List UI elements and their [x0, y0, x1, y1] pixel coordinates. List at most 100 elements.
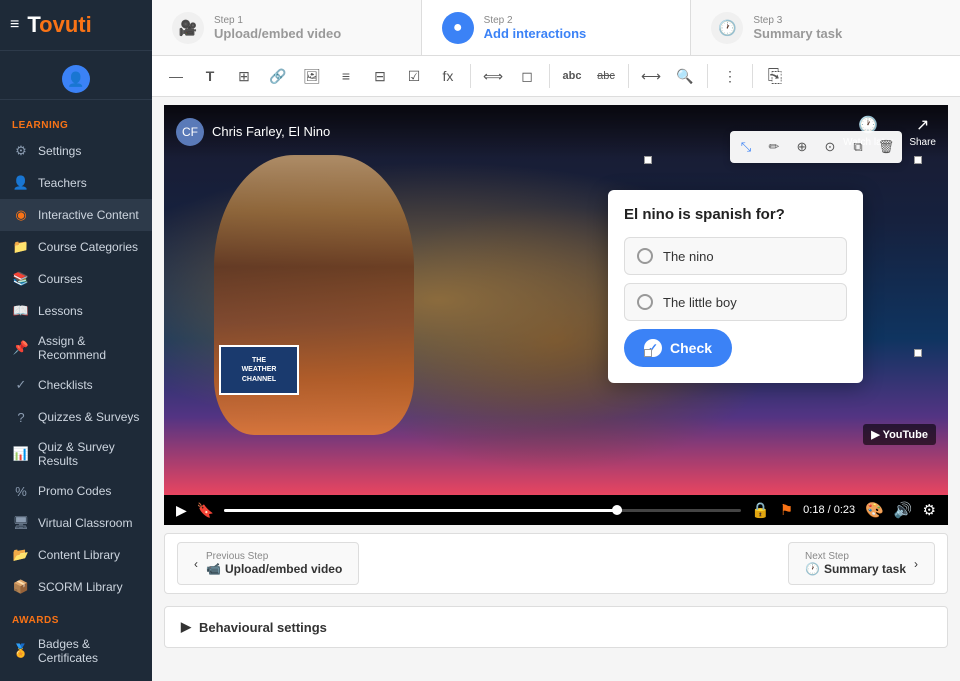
toolbar-btn-text[interactable]: T: [194, 60, 226, 92]
sidebar-item-cert-designer[interactable]: 🎨 Certificate Designer: [0, 672, 152, 681]
sidebar-item-lessons[interactable]: 📖 Lessons: [0, 295, 152, 327]
toolbar-btn-more[interactable]: ⋮: [714, 60, 746, 92]
toolbar-sep-5: [752, 64, 753, 88]
sidebar-item-quizzes[interactable]: ? Quizzes & Surveys: [0, 401, 152, 433]
next-step-name: 🕐 Summary task: [805, 562, 906, 576]
resize-handle-br[interactable]: [914, 349, 922, 357]
hamburger-icon[interactable]: ≡: [10, 16, 19, 34]
sidebar-item-settings[interactable]: ⚙ Settings: [0, 135, 152, 167]
toolbar-btn-align[interactable]: ⟺: [477, 60, 509, 92]
content-area: THEWEATHERCHANNEL CF Chris Farley, El Ni…: [152, 97, 960, 681]
next-step-icon: 🕐: [805, 562, 820, 576]
sidebar-item-categories[interactable]: 📁 Course Categories: [0, 231, 152, 263]
sidebar-header: ≡ Tovuti: [0, 0, 152, 51]
quiz-tool-settings[interactable]: ⊙: [818, 135, 842, 159]
logo: Tovuti: [27, 12, 91, 38]
sidebar-item-scorm[interactable]: 📦 SCORM Library: [0, 571, 152, 603]
quiz-tool-add[interactable]: ⊕: [790, 135, 814, 159]
resize-handle-tr[interactable]: [914, 156, 922, 164]
checklists-icon: ✓: [12, 376, 30, 394]
prev-arrow-icon: ‹: [194, 557, 198, 571]
lessons-icon: 📖: [12, 302, 30, 320]
next-arrow-icon: ›: [914, 557, 918, 571]
palette-icon[interactable]: 🎨: [865, 501, 884, 519]
toolbar-btn-link[interactable]: 🔗: [262, 60, 294, 92]
step-1-text: Step 1 Upload/embed video: [214, 15, 341, 41]
content-lib-icon: 📂: [12, 546, 30, 564]
video-frame: THEWEATHERCHANNEL CF Chris Farley, El Ni…: [164, 105, 948, 495]
toolbar-btn-abc2[interactable]: abc: [590, 60, 622, 92]
step-3[interactable]: 🕐 Step 3 Summary task: [691, 0, 960, 55]
next-step-info: Next Step 🕐 Summary task: [805, 551, 906, 576]
toolbar-btn-checklist[interactable]: ☑: [398, 60, 430, 92]
video-channel-info: CF Chris Farley, El Nino: [176, 118, 330, 146]
prev-step-button[interactable]: ‹ Previous Step 📹 Upload/embed video: [177, 542, 359, 585]
quiz-option-2[interactable]: The little boy: [624, 283, 847, 321]
lock-icon: 🔒: [751, 501, 770, 519]
quiz-check-button[interactable]: ✓ Check: [624, 329, 732, 367]
toolbar-btn-image[interactable]: 🖼: [296, 60, 328, 92]
resize-handle-tl[interactable]: [644, 156, 652, 164]
youtube-logo: ▶ YouTube: [863, 424, 936, 445]
toolbar-btn-copy[interactable]: ⎘: [759, 60, 791, 92]
sidebar-item-courses[interactable]: 📚 Courses: [0, 263, 152, 295]
toolbar-sep-1: [470, 64, 471, 88]
sidebar: ≡ Tovuti 👤 LEARNING ⚙ Settings 👤 Teacher…: [0, 0, 152, 681]
steps-header: 🎥 Step 1 Upload/embed video ● Step 2 Add…: [152, 0, 960, 56]
toolbar-btn-abc1[interactable]: abc: [556, 60, 588, 92]
sidebar-item-quiz-results[interactable]: 📊 Quiz & Survey Results: [0, 433, 152, 475]
virtual-icon: 🖥: [12, 514, 30, 532]
step-1-icon: 🎥: [172, 12, 204, 44]
step-2-text: Step 2 Add interactions: [484, 15, 587, 41]
quiz-option-1[interactable]: The nino: [624, 237, 847, 275]
weather-sign: THEWEATHERCHANNEL: [219, 345, 299, 395]
prev-step-icon: 📹: [206, 562, 221, 576]
interactive-icon: ◉: [12, 206, 30, 224]
bookmark-button[interactable]: 🔖: [197, 502, 214, 519]
quiz-tool-delete[interactable]: 🗑: [874, 135, 898, 159]
teachers-icon: 👤: [12, 174, 30, 192]
promo-icon: %: [12, 482, 30, 500]
sidebar-item-teachers[interactable]: 👤 Teachers: [0, 167, 152, 199]
toolbar-btn-formula[interactable]: fx: [432, 60, 464, 92]
toolbar-btn-box[interactable]: ◻: [511, 60, 543, 92]
quiz-radio-1[interactable]: [637, 248, 653, 264]
sidebar-item-assign[interactable]: 📌 Assign & Recommend: [0, 327, 152, 369]
volume-icon[interactable]: 🔊: [894, 501, 913, 519]
progress-bar[interactable]: [224, 509, 741, 512]
toolbar-btn-minus[interactable]: —: [160, 60, 192, 92]
step-1[interactable]: 🎥 Step 1 Upload/embed video: [152, 0, 422, 55]
settings-icon[interactable]: ⚙: [923, 501, 936, 519]
toolbar-btn-arrows[interactable]: ⟷: [635, 60, 667, 92]
learning-section-label: LEARNING: [0, 108, 152, 135]
share-btn[interactable]: ↗ Share: [909, 115, 936, 148]
quiz-results-icon: 📊: [12, 445, 30, 463]
sidebar-icon-user[interactable]: 👤: [62, 65, 90, 93]
step-2[interactable]: ● Step 2 Add interactions: [422, 0, 692, 55]
sidebar-item-promo[interactable]: % Promo Codes: [0, 475, 152, 507]
toolbar-btn-search[interactable]: 🔍: [669, 60, 701, 92]
categories-icon: 📁: [12, 238, 30, 256]
nav-footer: ‹ Previous Step 📹 Upload/embed video Nex…: [164, 533, 948, 594]
quiz-tool-resize[interactable]: ⤡: [734, 135, 758, 159]
behavioural-header[interactable]: ▶ Behavioural settings: [165, 607, 947, 647]
scorm-icon: 📦: [12, 578, 30, 596]
sidebar-item-checklists[interactable]: ✓ Checklists: [0, 369, 152, 401]
quiz-radio-2[interactable]: [637, 294, 653, 310]
quiz-tool-edit[interactable]: ✏: [762, 135, 786, 159]
step-2-icon: ●: [442, 12, 474, 44]
sidebar-item-virtual[interactable]: 🖥 Virtual Classroom: [0, 507, 152, 539]
sidebar-item-badges[interactable]: 🏅 Badges & Certificates: [0, 630, 152, 672]
resize-handle-bl[interactable]: [644, 349, 652, 357]
behav-arrow-icon: ▶: [181, 619, 191, 635]
quiz-tool-duplicate[interactable]: ⧉: [846, 135, 870, 159]
sidebar-item-content-lib[interactable]: 📂 Content Library: [0, 539, 152, 571]
toolbar-sep-3: [628, 64, 629, 88]
courses-icon: 📚: [12, 270, 30, 288]
toolbar-btn-list[interactable]: ≡: [330, 60, 362, 92]
toolbar-btn-table[interactable]: ⊞: [228, 60, 260, 92]
sidebar-item-interactive[interactable]: ◉ Interactive Content: [0, 199, 152, 231]
next-step-button[interactable]: Next Step 🕐 Summary task ›: [788, 542, 935, 585]
play-button[interactable]: ▶: [176, 502, 187, 519]
toolbar-btn-ordered-list[interactable]: ⊟: [364, 60, 396, 92]
